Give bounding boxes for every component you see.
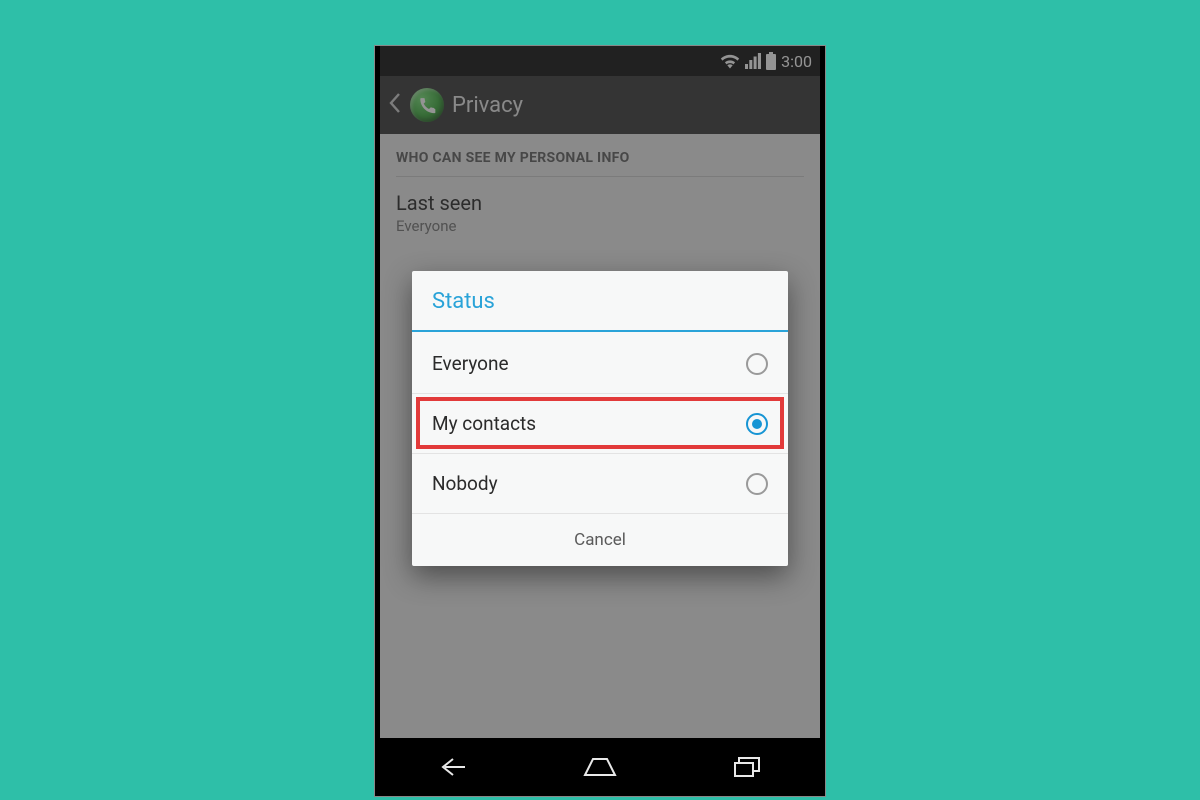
dialog-divider [412, 330, 788, 332]
nav-recent-button[interactable] [707, 747, 787, 787]
option-label: My contacts [432, 412, 536, 435]
radio-icon [746, 473, 768, 495]
radio-icon [746, 413, 768, 435]
dialog-title: Status [412, 271, 788, 330]
radio-icon [746, 353, 768, 375]
phone-frame: 3:00 Privacy WHO CAN SEE MY PERSONAL INF… [374, 45, 826, 797]
nav-bar [380, 738, 820, 796]
phone-screen: 3:00 Privacy WHO CAN SEE MY PERSONAL INF… [380, 46, 820, 796]
nav-back-button[interactable] [413, 747, 493, 787]
dialog-options: Everyone My contacts Nobody [412, 334, 788, 513]
option-everyone[interactable]: Everyone [412, 334, 788, 393]
option-label: Nobody [432, 472, 498, 495]
nav-home-button[interactable] [560, 747, 640, 787]
cancel-button[interactable]: Cancel [412, 513, 788, 566]
option-nobody[interactable]: Nobody [412, 453, 788, 513]
option-label: Everyone [432, 352, 509, 375]
stage: 3:00 Privacy WHO CAN SEE MY PERSONAL INF… [0, 0, 1200, 800]
status-dialog: Status Everyone My contacts Nobody [412, 271, 788, 566]
option-my-contacts[interactable]: My contacts [412, 393, 788, 453]
